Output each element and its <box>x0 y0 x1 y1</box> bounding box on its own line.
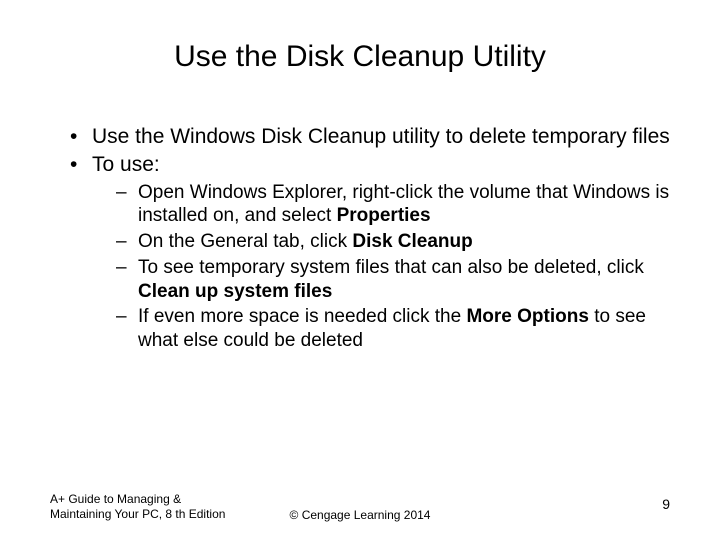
page-number: 9 <box>662 496 670 512</box>
sub-bullet-item: On the General tab, click Disk Cleanup <box>116 230 670 254</box>
slide-title: Use the Disk Cleanup Utility <box>50 40 670 74</box>
bullet-item: Use the Windows Disk Cleanup utility to … <box>70 124 670 150</box>
bold-term: Properties <box>337 205 431 226</box>
footer-book-title-line1: A+ Guide to Managing & <box>50 492 225 507</box>
bullet-text: To use: <box>92 153 160 176</box>
bullet-list: Use the Windows Disk Cleanup utility to … <box>50 124 670 353</box>
bullet-text: Use the Windows Disk Cleanup utility to … <box>92 125 670 148</box>
slide-content: Use the Windows Disk Cleanup utility to … <box>50 124 670 353</box>
sub-bullet-text: To see temporary system files that can a… <box>138 257 644 278</box>
footer-left: A+ Guide to Managing & Maintaining Your … <box>50 492 225 522</box>
bullet-item: To use: Open Windows Explorer, right-cli… <box>70 152 670 353</box>
bold-term: Clean up system files <box>138 281 332 302</box>
footer-copyright: © Cengage Learning 2014 <box>290 508 431 522</box>
bold-term: More Options <box>466 306 588 327</box>
sub-bullet-item: Open Windows Explorer, right-click the v… <box>116 181 670 229</box>
footer-book-title-line2: Maintaining Your PC, 8 th Edition <box>50 507 225 522</box>
slide: Use the Disk Cleanup Utility Use the Win… <box>0 0 720 540</box>
sub-bullet-item: If even more space is needed click the M… <box>116 305 670 353</box>
sub-bullet-text: If even more space is needed click the <box>138 306 466 327</box>
sub-bullet-text: On the General tab, click <box>138 231 352 252</box>
sub-bullet-item: To see temporary system files that can a… <box>116 256 670 304</box>
sub-bullet-list: Open Windows Explorer, right-click the v… <box>92 181 670 353</box>
bold-term: Disk Cleanup <box>352 231 472 252</box>
